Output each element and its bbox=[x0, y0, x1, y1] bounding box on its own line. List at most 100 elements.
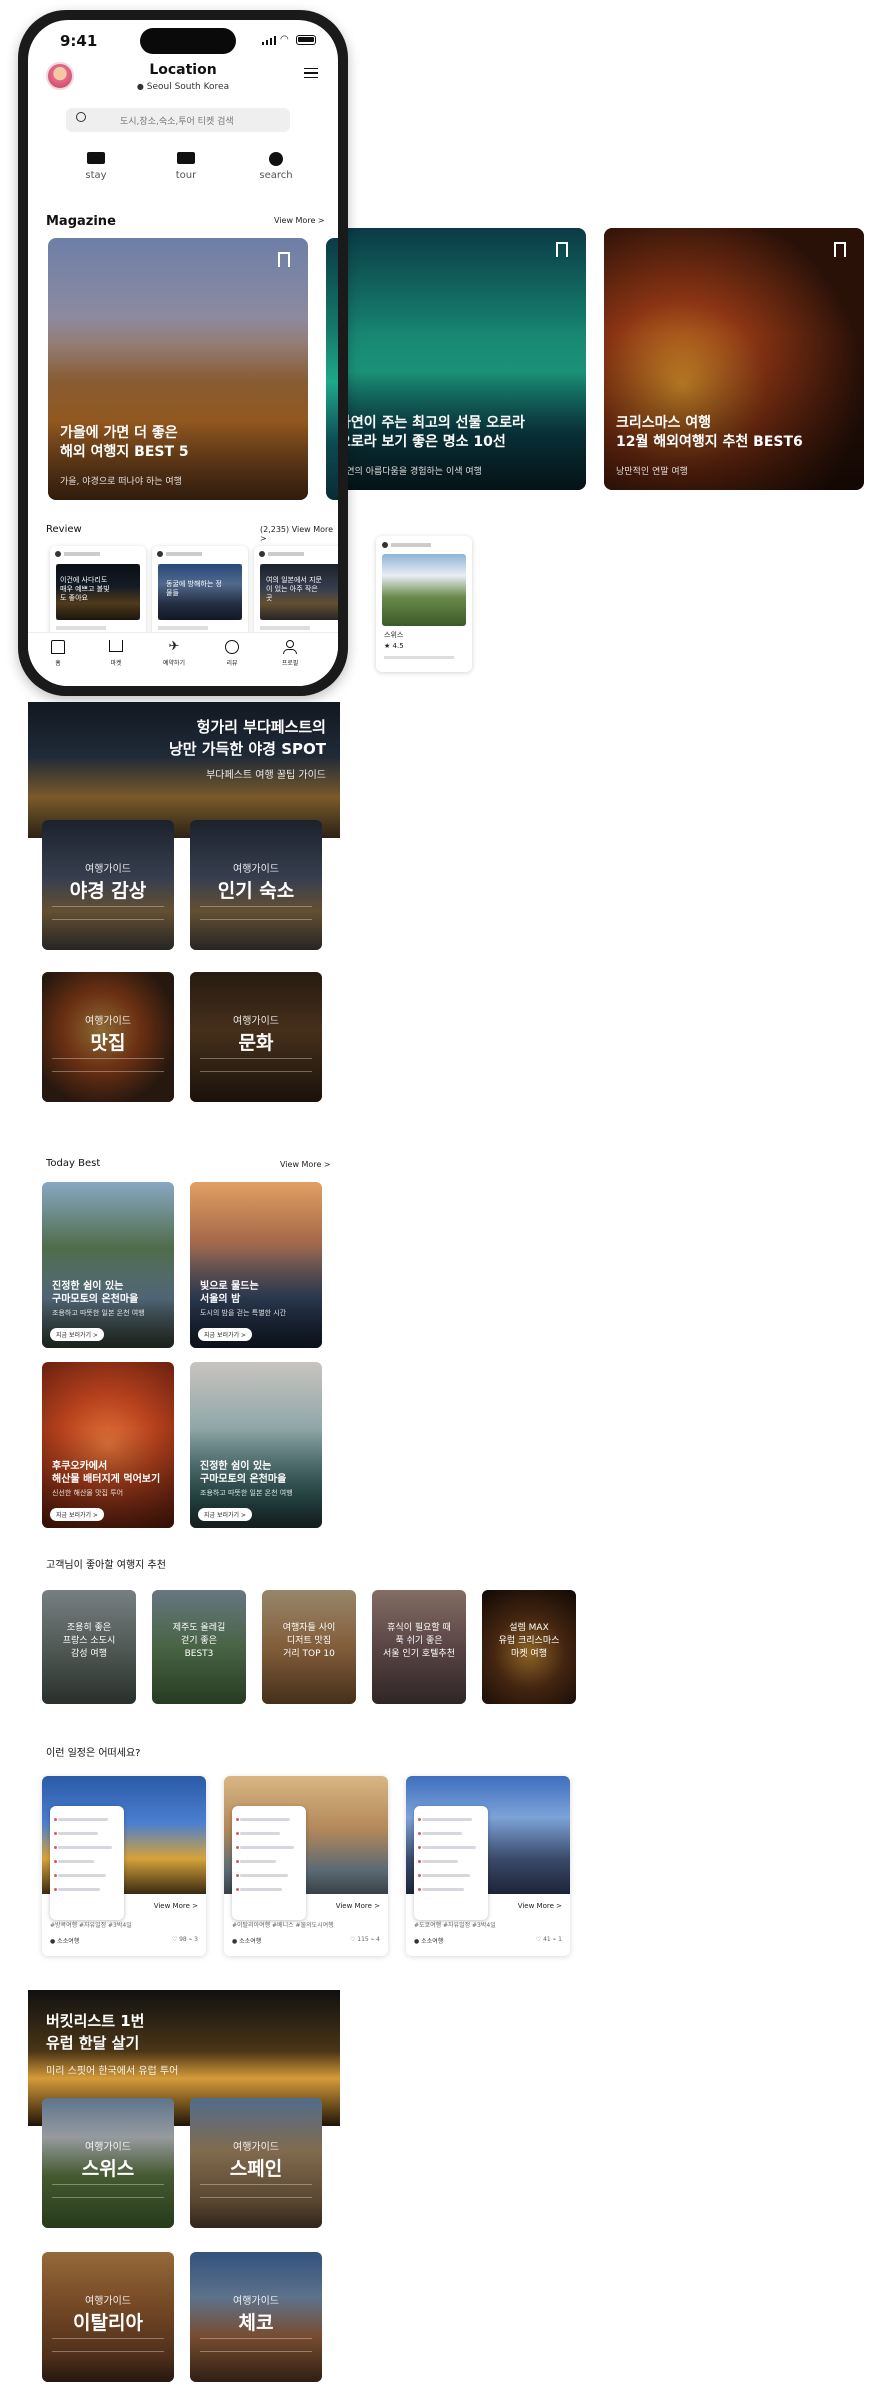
itinerary-user: 소소여행 bbox=[57, 1938, 80, 1945]
magazine-card-title-line2: 12월 해외여행지 추천 BEST6 bbox=[616, 434, 803, 450]
rec-line2: 걷기 좋은 bbox=[181, 1636, 217, 1646]
best-title-line2: 서울의 밤 bbox=[200, 1294, 241, 1305]
itinerary-view-more[interactable]: View More > bbox=[154, 1902, 198, 1910]
best-go-button[interactable]: 지금 보러가기 > bbox=[50, 1508, 104, 1521]
rec-line1: 조용히 좋은 bbox=[66, 1623, 112, 1633]
best-sub: 도시의 밤을 걷는 특별한 시간 bbox=[200, 1309, 287, 1317]
magazine-card-3[interactable]: 크리스마스 여행 12월 해외여행지 추천 BEST6 낭만적인 연말 여행 bbox=[604, 228, 864, 490]
guide-title: 스페인 bbox=[229, 2158, 283, 2180]
itinerary-sheet bbox=[50, 1806, 124, 1920]
review-view-more[interactable]: (2,235) View More > bbox=[260, 525, 338, 543]
review-caption: 여의 일본에서 지문이 있는 아주 작은 곳 bbox=[266, 576, 322, 602]
itinerary-view-more[interactable]: View More > bbox=[518, 1902, 562, 1910]
magazine-card-subtitle: 자연의 아름다움을 경험하는 이색 여행 bbox=[338, 467, 482, 477]
today-best-card-1[interactable]: 진정한 쉼이 있는 구마모토의 온천마을 조용하고 따뜻한 일본 온천 여행 지금… bbox=[42, 1182, 174, 1348]
today-best-card-2[interactable]: 빛으로 물드는 서울의 밤 도시의 밤을 걷는 특별한 시간 지금 보러가기 > bbox=[190, 1182, 322, 1348]
guide-title: 체코 bbox=[238, 2312, 274, 2334]
itinerary-user: 소소여행 bbox=[239, 1938, 262, 1945]
category-search[interactable]: search bbox=[256, 152, 296, 181]
bookmark-icon[interactable] bbox=[556, 242, 568, 257]
bookmark-icon[interactable] bbox=[278, 252, 290, 267]
magazine-title: Magazine bbox=[46, 214, 116, 229]
recommend-card-5[interactable]: 설렘 MAX 유럽 크리스마스 마켓 여행 bbox=[482, 1590, 576, 1704]
budapest-tile-night[interactable]: 여행가이드 야경 감상 bbox=[42, 820, 174, 950]
itinerary-card-3[interactable]: View More > #도쿄여행 #자유일정 #3박4일 ● 소소여행 ♡ 4… bbox=[406, 1776, 570, 1956]
magazine-card-subtitle: 낭만적인 연말 여행 bbox=[616, 467, 688, 477]
best-title-line1: 진정한 쉼이 있는 bbox=[200, 1461, 272, 1472]
user-icon: ● bbox=[50, 1938, 56, 1945]
recommend-card-2[interactable]: 제주도 올레길 걷기 좋은 BEST3 bbox=[152, 1590, 246, 1704]
guide-title: 스위스 bbox=[81, 2158, 135, 2180]
best-go-button[interactable]: 지금 보러가기 > bbox=[198, 1328, 252, 1341]
search-bar[interactable]: 도시,장소,숙소,투어 티켓 검색 bbox=[66, 108, 290, 132]
guide-sub: 여행가이드 bbox=[85, 1016, 131, 1027]
avatar bbox=[259, 551, 265, 557]
today-best-card-3[interactable]: 후쿠오카에서 해산물 배터지게 먹어보기 신선한 해산물 맛집 투어 지금 보러가… bbox=[42, 1362, 174, 1528]
guide-sub: 여행가이드 bbox=[233, 2296, 279, 2307]
review-title: Review bbox=[46, 524, 82, 535]
nav-market[interactable]: 마켓 bbox=[96, 640, 136, 667]
budapest-tile-food[interactable]: 여행가이드 맛집 bbox=[42, 972, 174, 1102]
itinerary-tags: #방콕여행 #자유일정 #3박4일 bbox=[50, 1922, 132, 1929]
europe-tile-swiss[interactable]: 여행가이드 스위스 bbox=[42, 2098, 174, 2228]
rec-line1: 여행자들 사이 bbox=[282, 1623, 336, 1633]
europe-banner-sub: 미리 스핏어 한국에서 유럽 투어 bbox=[46, 2066, 179, 2077]
magazine-card-title-line1: 가을에 가면 더 좋은 bbox=[60, 425, 178, 441]
nav-booking[interactable]: ✈ 예약하기 bbox=[154, 640, 194, 668]
europe-tile-czech[interactable]: 여행가이드 체코 bbox=[190, 2252, 322, 2382]
guide-sub: 여행가이드 bbox=[85, 2296, 131, 2307]
itinerary-tags: #도쿄여행 #자유일정 #3박4일 bbox=[414, 1922, 496, 1929]
rec-line1: 휴식이 필요할 때 bbox=[387, 1623, 451, 1633]
review-card-3[interactable]: 여의 일본에서 지문이 있는 아주 작은 곳 bbox=[254, 546, 338, 642]
itinerary-title: 이런 일정은 어떠세요? bbox=[46, 1748, 141, 1759]
ticket-icon bbox=[177, 152, 195, 164]
user-icon: ● bbox=[414, 1938, 420, 1945]
budapest-banner-line1: 헝가리 부다페스트의 bbox=[196, 718, 326, 736]
review-card-2[interactable]: 동굴에 방해하는 정물들 bbox=[152, 546, 248, 642]
today-best-view-more[interactable]: View More > bbox=[280, 1160, 331, 1169]
guide-sub: 여행가이드 bbox=[233, 1016, 279, 1027]
location-title: Location bbox=[149, 62, 217, 78]
category-tour[interactable]: tour bbox=[166, 152, 206, 181]
restaurant-icon bbox=[269, 152, 283, 166]
best-title-line2: 구마모토의 온천마을 bbox=[200, 1474, 287, 1485]
guide-sub: 여행가이드 bbox=[85, 2142, 131, 2153]
signal-icon bbox=[262, 36, 276, 45]
review-card-4[interactable]: 스위스 ★ 4.5 bbox=[376, 536, 472, 672]
nav-home[interactable]: 홈 bbox=[38, 640, 78, 667]
rec-line2: 푹 쉬기 좋은 bbox=[395, 1636, 443, 1646]
location-subtitle: Seoul South Korea bbox=[146, 82, 230, 92]
menu-icon[interactable] bbox=[304, 68, 318, 78]
itinerary-card-2[interactable]: View More > #이탈리아여행 #베니스 #물의도시여행 ● 소소여행 … bbox=[224, 1776, 388, 1956]
recommend-card-4[interactable]: 휴식이 필요할 때푹 쉬기 좋은 서울 인기 호텔추천 bbox=[372, 1590, 466, 1704]
europe-tile-italy[interactable]: 여행가이드 이탈리아 bbox=[42, 2252, 174, 2382]
review-caption: 이건에 사다리도 매우 예쁘고 볼빛도 좋아요 bbox=[60, 576, 110, 602]
magazine-card-2-visible[interactable] bbox=[326, 238, 338, 500]
europe-tile-spain[interactable]: 여행가이드 스페인 bbox=[190, 2098, 322, 2228]
budapest-tile-culture[interactable]: 여행가이드 문화 bbox=[190, 972, 322, 1102]
nav-review[interactable]: 리뷰 bbox=[212, 640, 252, 667]
best-go-button[interactable]: 지금 보러가기 > bbox=[198, 1508, 252, 1521]
magazine-view-more[interactable]: View More > bbox=[274, 216, 325, 225]
magazine-card-title-line2: 해외 여행지 BEST 5 bbox=[60, 444, 189, 460]
itinerary-card-1[interactable]: View More > #방콕여행 #자유일정 #3박4일 ● 소소여행 ♡ 9… bbox=[42, 1776, 206, 1956]
category-stay[interactable]: stay bbox=[76, 152, 116, 181]
today-best-card-4[interactable]: 진정한 쉼이 있는 구마모토의 온천마을 조용하고 따뜻한 일본 온천 여행 지금… bbox=[190, 1362, 322, 1528]
budapest-banner[interactable]: 헝가리 부다페스트의 낭만 가득한 야경 SPOT 부다페스트 여행 꿀팁 가이… bbox=[28, 702, 340, 838]
magazine-card-1-visible[interactable]: 가을에 가면 더 좋은 해외 여행지 BEST 5 가을, 야경으로 떠나야 하… bbox=[48, 238, 308, 500]
recommend-card-1[interactable]: 조용히 좋은 프랑스 소도시 감성 여행 bbox=[42, 1590, 136, 1704]
chat-icon bbox=[225, 640, 239, 654]
itinerary-tags: #이탈리아여행 #베니스 #물의도시여행 bbox=[232, 1922, 334, 1929]
nav-profile[interactable]: 프로필 bbox=[270, 640, 310, 667]
budapest-tile-hotel[interactable]: 여행가이드 인기 숙소 bbox=[190, 820, 322, 950]
rec-line1: 설렘 MAX bbox=[509, 1623, 549, 1633]
bookmark-icon[interactable] bbox=[834, 242, 846, 257]
magazine-card-title-line2: 오로라 보기 좋은 명소 10선 bbox=[338, 434, 506, 450]
itinerary-view-more[interactable]: View More > bbox=[336, 1902, 380, 1910]
recommend-card-3[interactable]: 여행자들 사이 디저트 맛집 거리 TOP 10 bbox=[262, 1590, 356, 1704]
recommend-title: 고객님이 좋아할 여행지 추천 bbox=[46, 1560, 166, 1571]
best-go-button[interactable]: 지금 보러가기 > bbox=[50, 1328, 104, 1341]
itinerary-sheet bbox=[232, 1806, 306, 1920]
review-card-1[interactable]: 이건에 사다리도 매우 예쁘고 볼빛도 좋아요 bbox=[50, 546, 146, 642]
magazine-card-2[interactable]: 자연이 주는 최고의 선물 오로라 오로라 보기 좋은 명소 10선 자연의 아… bbox=[326, 228, 586, 490]
